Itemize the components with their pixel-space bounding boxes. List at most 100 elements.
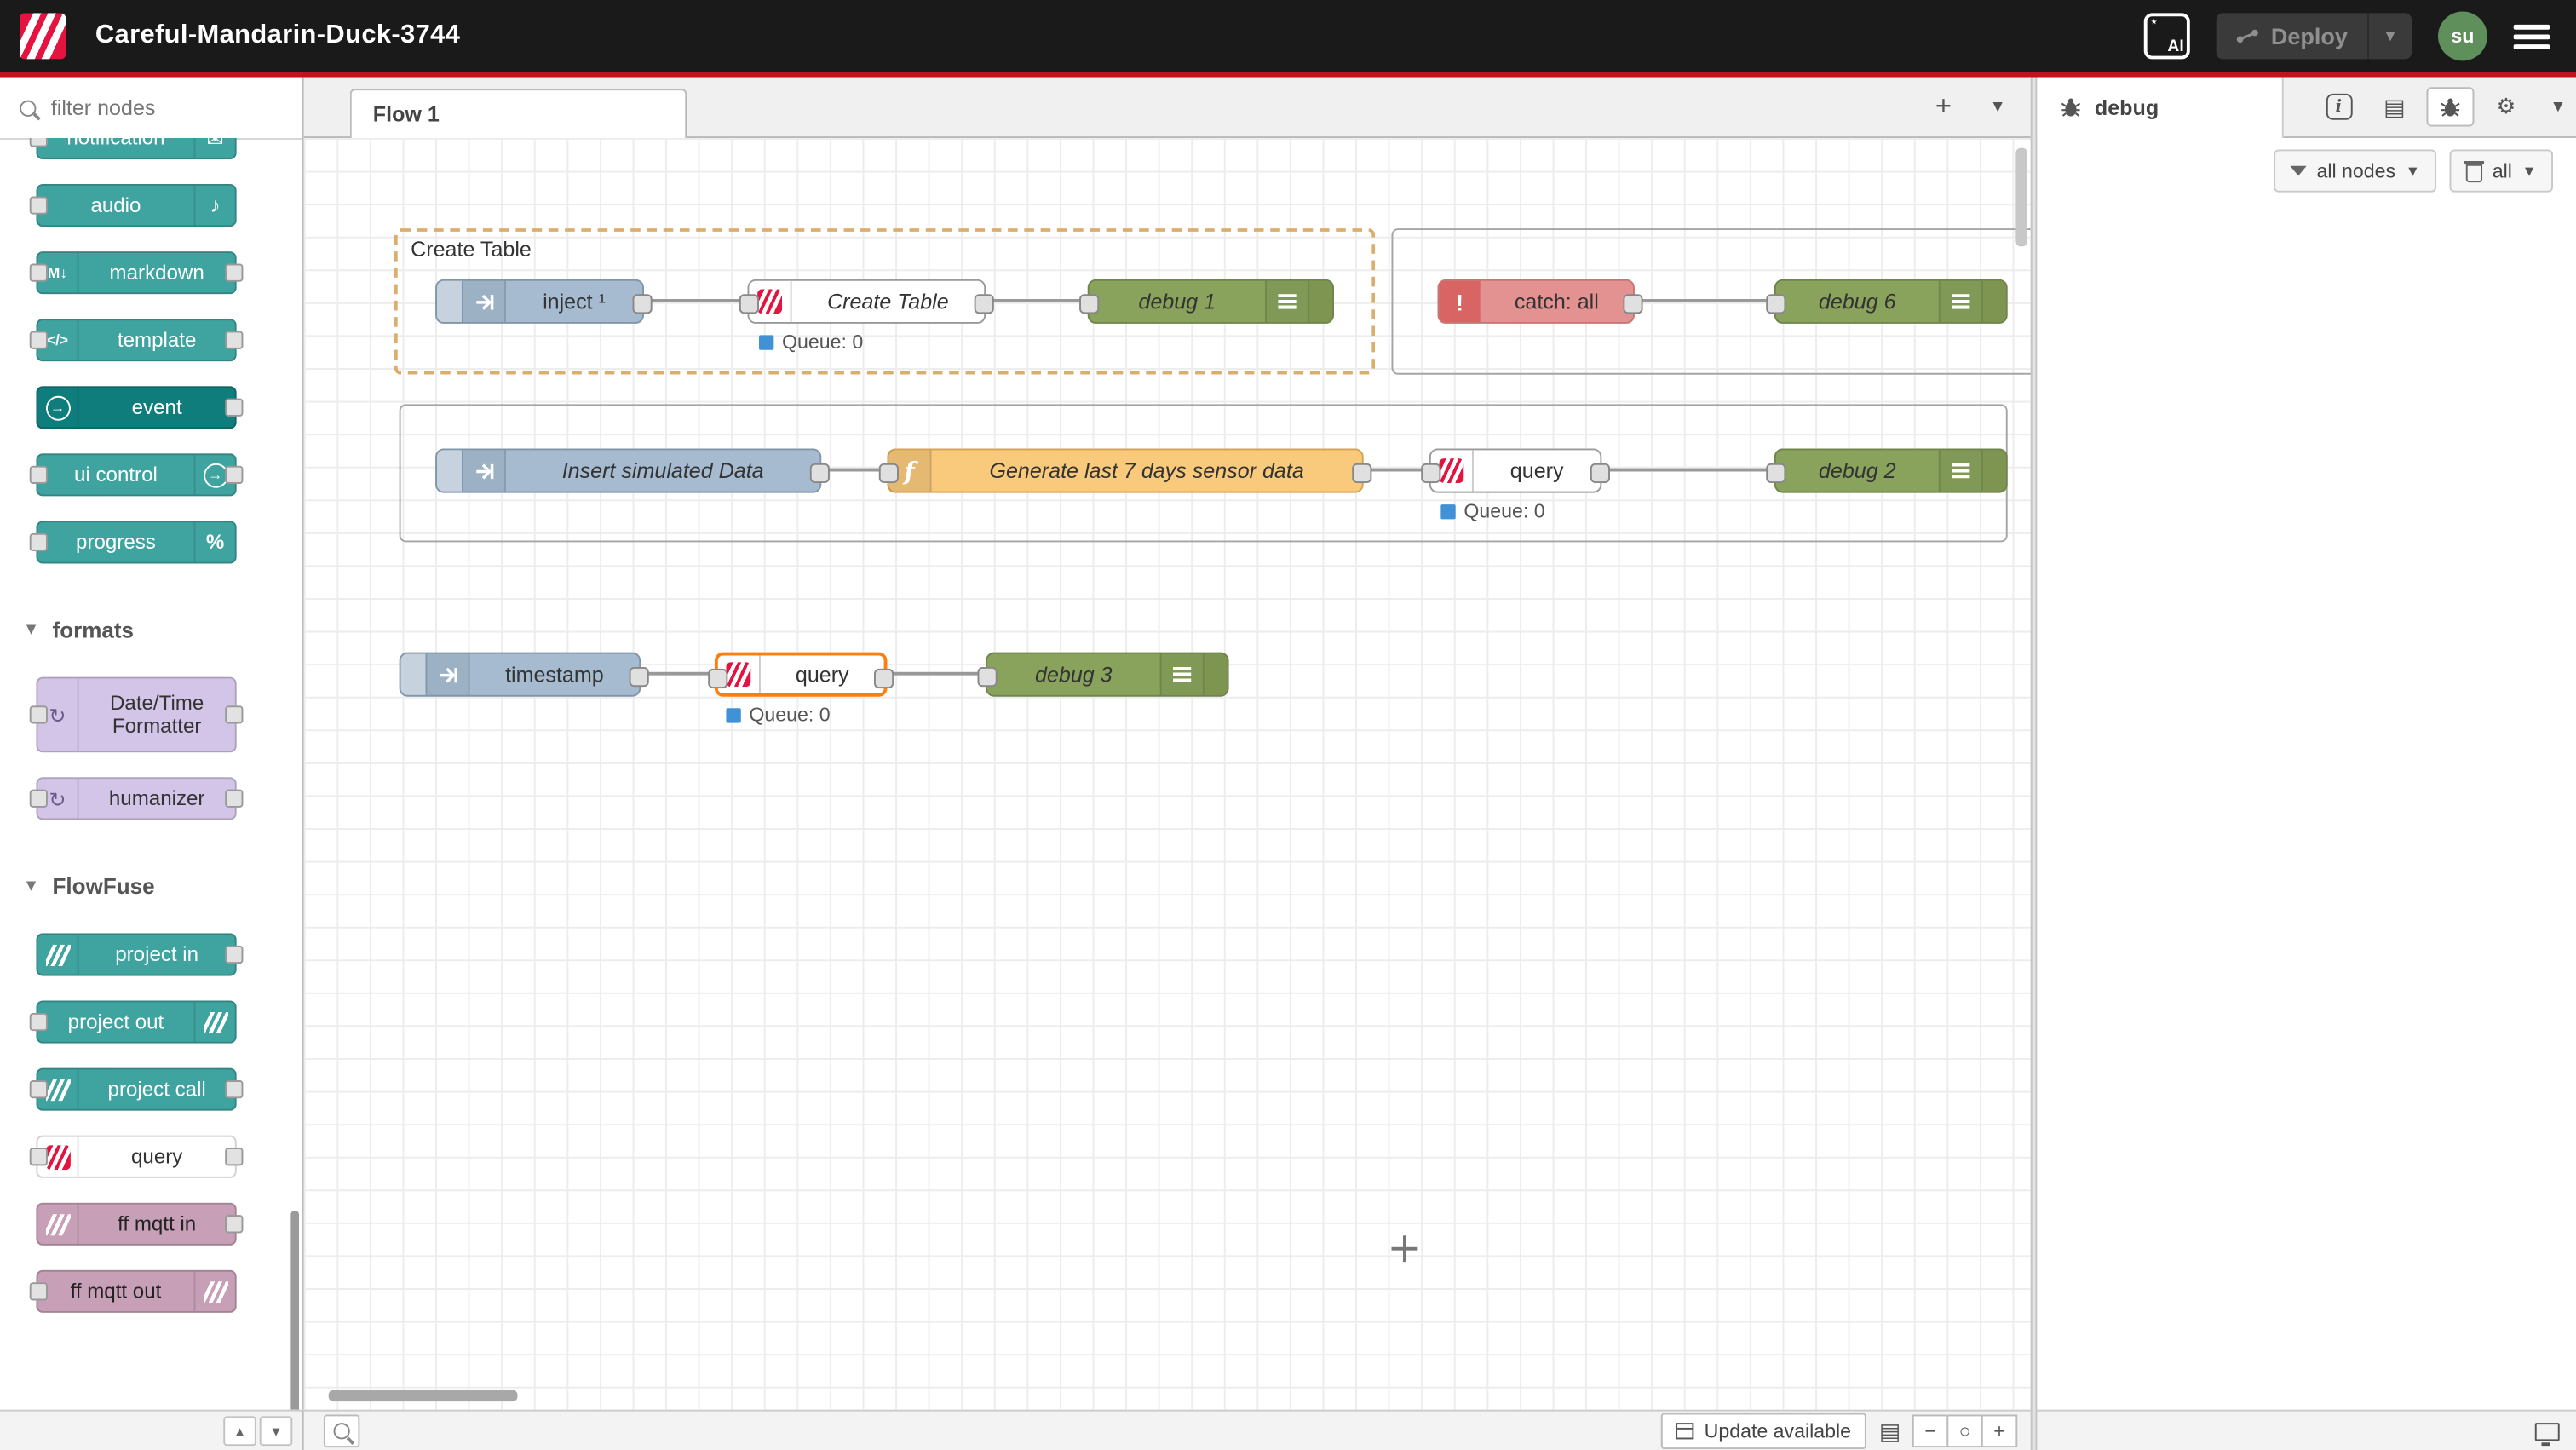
node-query[interactable]: query xyxy=(1429,448,1601,492)
help-tab-icon[interactable]: ▤ xyxy=(2371,87,2418,126)
input-port[interactable] xyxy=(1766,463,1785,483)
palette-expand-icon[interactable]: ▼ xyxy=(260,1416,293,1446)
main-menu-icon[interactable] xyxy=(2514,24,2550,49)
inject-button[interactable] xyxy=(437,281,463,322)
palette-node-project-in[interactable]: project in xyxy=(36,933,236,975)
input-port[interactable] xyxy=(708,669,727,688)
deploy-label: Deploy xyxy=(2271,23,2348,49)
filter-icon xyxy=(2291,166,2307,176)
input-port[interactable] xyxy=(1079,294,1099,314)
event-icon: → xyxy=(37,388,78,427)
cursor-crosshair xyxy=(1391,1235,1417,1262)
node-query-selected[interactable]: query xyxy=(715,653,887,697)
node-catch-all[interactable]: ! catch: all xyxy=(1437,279,1634,324)
debug-list-icon xyxy=(1160,654,1203,695)
node-debug-3[interactable]: debug 3 xyxy=(986,653,1228,697)
palette-node-template[interactable]: </> template xyxy=(36,319,236,361)
node-debug-6[interactable]: debug 6 xyxy=(1774,279,2008,324)
output-port[interactable] xyxy=(975,294,994,314)
palette-section-formats[interactable]: ▼ formats xyxy=(23,607,302,653)
palette-node-ff-mqtt-in[interactable]: ff mqtt in xyxy=(36,1203,236,1246)
wire xyxy=(887,672,989,676)
palette-node-datetime-formatter[interactable]: ↻ Date/Time Formatter xyxy=(36,677,236,753)
output-port[interactable] xyxy=(874,669,894,688)
output-port[interactable] xyxy=(632,294,652,314)
wire xyxy=(1635,299,1774,302)
input-port[interactable] xyxy=(739,294,759,314)
sidebar-splitter[interactable] xyxy=(2031,78,2038,1450)
open-window-icon[interactable] xyxy=(2535,1422,2560,1440)
palette-node-progress[interactable]: progress % xyxy=(36,521,236,563)
zoom-out-button[interactable]: − xyxy=(1912,1414,1948,1447)
palette-section-flowfuse[interactable]: ▼ FlowFuse xyxy=(23,862,302,908)
input-port[interactable] xyxy=(879,463,899,483)
palette-node-ff-mqtt-out[interactable]: ff mqtt out xyxy=(36,1270,236,1313)
canvas-search-button[interactable] xyxy=(324,1414,359,1447)
debug-tab-icon[interactable] xyxy=(2426,87,2474,126)
debug-messages-empty xyxy=(2037,204,2576,1410)
palette-node-query[interactable]: query xyxy=(36,1136,236,1178)
debug-toggle-button[interactable] xyxy=(1203,654,1228,695)
node-insert-simulated-data[interactable]: Insert simulated Data xyxy=(435,448,821,492)
info-tab-icon[interactable]: i xyxy=(2314,87,2362,126)
palette-node-audio[interactable]: audio ♪ xyxy=(36,184,236,227)
input-port[interactable] xyxy=(977,667,997,687)
node-debug-2[interactable]: debug 2 xyxy=(1774,448,2008,492)
sidebar-menu-caret-icon[interactable]: ▼ xyxy=(2550,99,2566,117)
inject-button[interactable] xyxy=(437,450,463,491)
node-generate-sensor-data[interactable]: f Generate last 7 days sensor data xyxy=(887,448,1363,492)
palette-node-humanizer[interactable]: ↻ humanizer xyxy=(36,777,236,820)
node-create-table[interactable]: Create Table xyxy=(747,279,986,324)
palette-node-notification[interactable]: notification ✉ xyxy=(36,138,236,159)
flowfuse-logo-icon[interactable] xyxy=(20,13,66,59)
flow-list-caret-icon[interactable]: ▼ xyxy=(1976,87,2019,126)
output-port[interactable] xyxy=(630,667,649,687)
output-nub xyxy=(225,1215,243,1233)
debug-toggle-button[interactable] xyxy=(1308,281,1332,322)
output-port[interactable] xyxy=(1590,463,1610,483)
tab-flow-1[interactable]: Flow 1 xyxy=(350,89,687,138)
zoom-in-button[interactable]: + xyxy=(1981,1414,2017,1447)
settings-tab-icon[interactable]: ⚙ xyxy=(2482,87,2530,126)
palette-scrollbar[interactable] xyxy=(290,1211,299,1409)
output-port[interactable] xyxy=(1352,463,1371,483)
flowfuse-mark-icon xyxy=(194,1002,235,1041)
zoom-reset-button[interactable]: ○ xyxy=(1946,1414,1982,1447)
deploy-button[interactable]: Deploy ▼ xyxy=(2217,13,2412,59)
user-avatar[interactable]: su xyxy=(2438,11,2487,60)
ai-assistant-icon[interactable]: ⋆ AI xyxy=(2144,13,2190,59)
node-inject-1[interactable]: inject ¹ xyxy=(435,279,644,324)
canvas-v-scrollbar[interactable] xyxy=(2015,148,2027,247)
flow-canvas[interactable]: Create Table inject ¹ Create Table Queue… xyxy=(304,138,2031,1410)
palette-node-markdown[interactable]: M↓ markdown xyxy=(36,251,236,294)
node-timestamp[interactable]: timestamp xyxy=(400,653,641,697)
sidebar-tab-debug[interactable]: debug xyxy=(2037,78,2283,138)
input-port[interactable] xyxy=(1766,294,1785,314)
output-port[interactable] xyxy=(810,463,830,483)
deploy-caret-icon[interactable]: ▼ xyxy=(2367,13,2412,59)
add-flow-icon[interactable]: + xyxy=(1922,87,1964,126)
palette-collapse-icon[interactable]: ▲ xyxy=(223,1416,256,1446)
debug-toggle-button[interactable] xyxy=(1981,281,2006,322)
debug-clear-button[interactable]: all ▼ xyxy=(2450,149,2553,192)
output-nub xyxy=(225,331,243,349)
minimap-toggle-icon[interactable]: ▤ xyxy=(1879,1417,1901,1445)
canvas-h-scrollbar[interactable] xyxy=(329,1390,518,1402)
output-nub xyxy=(225,1080,243,1098)
palette-footer: ▲ ▼ xyxy=(0,1410,304,1450)
update-available-button[interactable]: Update available xyxy=(1661,1413,1866,1449)
palette-node-ui-control[interactable]: ui control → xyxy=(36,453,236,496)
palette-node-project-call[interactable]: project call xyxy=(36,1068,236,1111)
palette-search-input[interactable] xyxy=(48,94,251,122)
input-port[interactable] xyxy=(1421,463,1440,483)
inject-button[interactable] xyxy=(401,654,428,695)
search-icon xyxy=(333,1423,349,1439)
debug-toggle-button[interactable] xyxy=(1981,450,2006,491)
palette-node-project-out[interactable]: project out xyxy=(36,1000,236,1043)
palette-list[interactable]: notification ✉ audio ♪ M↓ markdown </> t… xyxy=(0,138,302,1368)
output-port[interactable] xyxy=(1623,294,1642,314)
node-palette: notification ✉ audio ♪ M↓ markdown </> t… xyxy=(0,78,304,1410)
node-debug-1[interactable]: debug 1 xyxy=(1088,279,1334,324)
palette-node-event[interactable]: → event xyxy=(36,386,236,429)
debug-filter-button[interactable]: all nodes ▼ xyxy=(2274,149,2436,192)
